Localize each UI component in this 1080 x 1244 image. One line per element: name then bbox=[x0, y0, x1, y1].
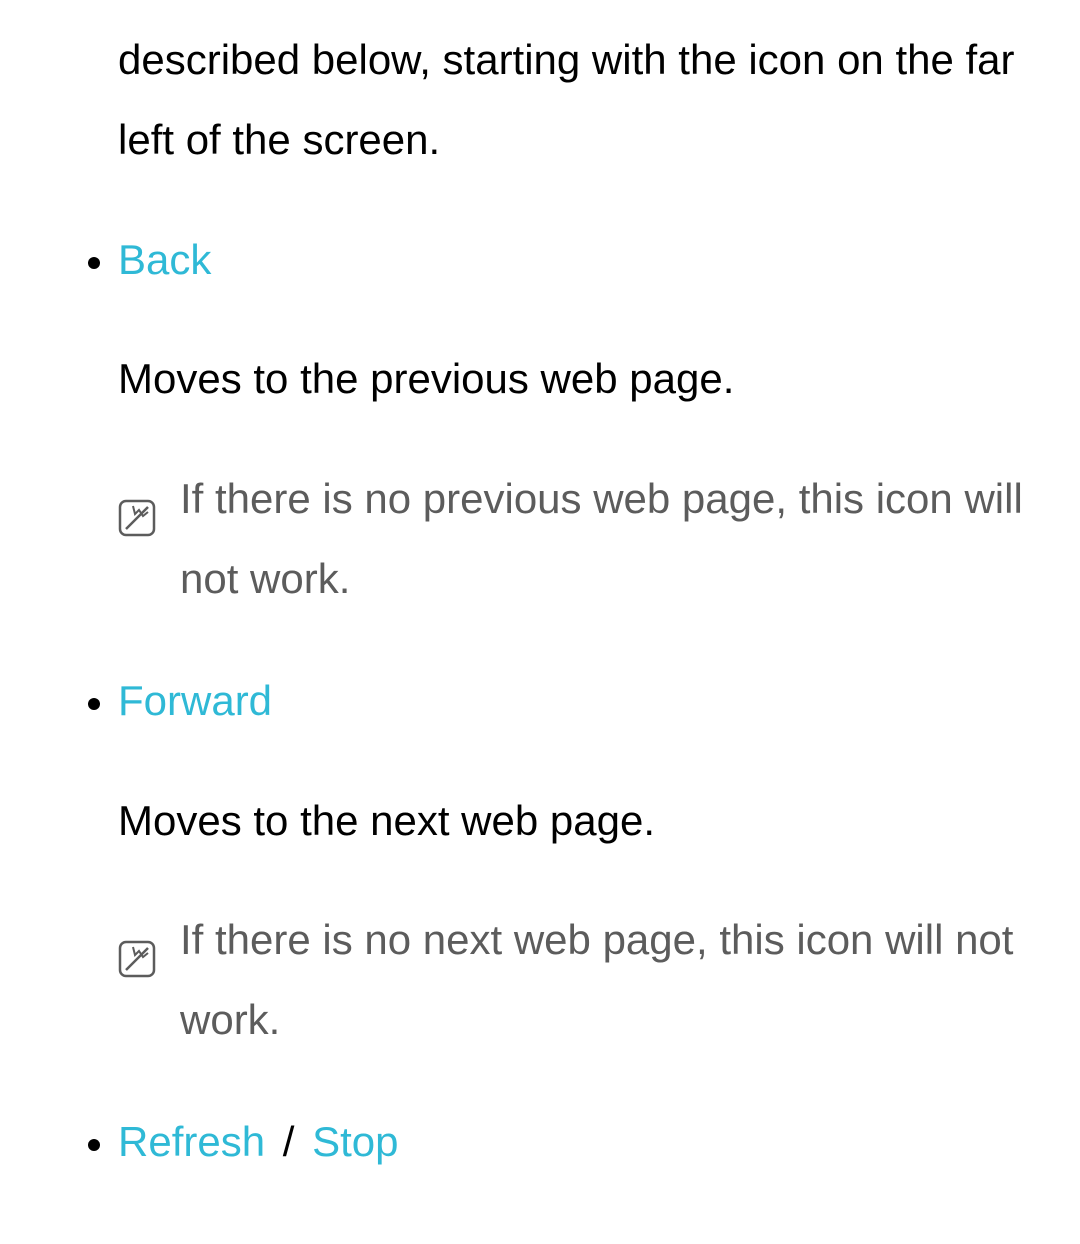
term-back: Back bbox=[118, 236, 211, 283]
note-icon bbox=[118, 483, 156, 521]
intro-paragraph: described below, starting with the icon … bbox=[118, 20, 1040, 180]
term-forward: Forward bbox=[118, 677, 272, 724]
note-text: If there is no previous web page, this i… bbox=[180, 459, 1040, 619]
term-separator: / bbox=[271, 1118, 306, 1165]
term-stop: Stop bbox=[312, 1118, 398, 1165]
note-text: If there is no next web page, this icon … bbox=[180, 900, 1040, 1060]
note-block: If there is no next web page, this icon … bbox=[118, 900, 1040, 1060]
note-icon bbox=[118, 924, 156, 962]
note-block: If there is no previous web page, this i… bbox=[118, 459, 1040, 619]
list-item: Back Moves to the previous web page. If … bbox=[118, 220, 1040, 619]
list-item: Refresh / Stop bbox=[118, 1102, 1040, 1182]
document-page: described below, starting with the icon … bbox=[0, 0, 1080, 1244]
description-text: Moves to the previous web page. bbox=[118, 339, 1040, 419]
list-item: Forward Moves to the next web page. If t… bbox=[118, 661, 1040, 1060]
description-text: Moves to the next web page. bbox=[118, 781, 1040, 861]
term-refresh: Refresh bbox=[118, 1118, 265, 1165]
items-list: Back Moves to the previous web page. If … bbox=[40, 220, 1040, 1182]
